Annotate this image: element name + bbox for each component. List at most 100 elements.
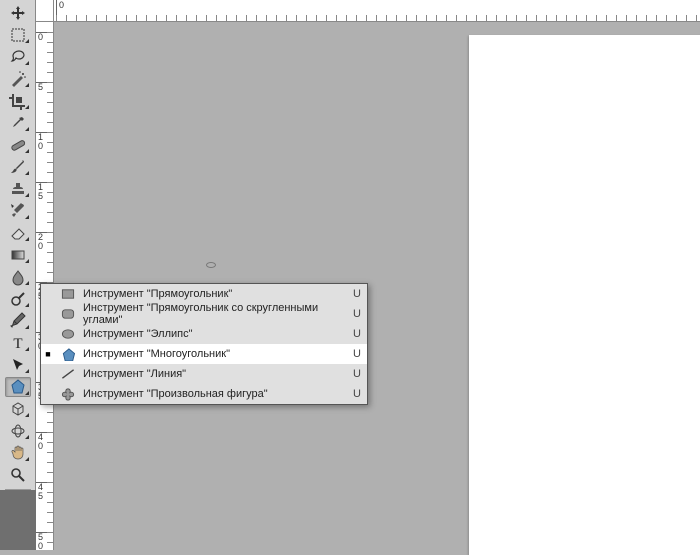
ruler-tick <box>47 252 53 253</box>
tools-panel <box>0 0 36 550</box>
ruler-tick <box>47 272 53 273</box>
ruler-horizontal[interactable]: 0 <box>36 0 700 22</box>
line-icon <box>59 366 77 382</box>
flyout-indicator <box>25 303 29 307</box>
gradient-tool[interactable] <box>5 245 31 265</box>
ruler-tick <box>136 15 137 21</box>
shape-tool[interactable] <box>5 377 31 397</box>
3d-tool[interactable] <box>5 399 31 419</box>
eyedropper-tool[interactable] <box>5 113 31 133</box>
ruler-tick <box>47 502 53 503</box>
ruler-tick <box>47 42 53 43</box>
3d-camera-tool[interactable] <box>5 421 31 441</box>
ruler-tick <box>646 15 647 21</box>
ruler-tick <box>676 15 677 21</box>
history-brush-tool[interactable] <box>5 201 31 221</box>
lasso-tool[interactable] <box>5 47 31 67</box>
flyout-indicator <box>25 237 29 241</box>
flyout-item[interactable]: Инструмент "Линия"U <box>41 364 367 384</box>
ruler-tick <box>286 15 287 21</box>
brush-tool[interactable] <box>5 157 31 177</box>
ruler-tick-label: 0 <box>36 32 54 42</box>
flyout-indicator <box>25 369 29 373</box>
ruler-tick <box>556 15 557 21</box>
ruler-tick <box>636 15 637 21</box>
hand-tool[interactable] <box>5 443 31 463</box>
ruler-tick <box>426 15 427 21</box>
ruler-tick <box>386 15 387 21</box>
ruler-tick <box>116 15 117 21</box>
path-select-tool[interactable] <box>5 355 31 375</box>
flyout-item-shortcut: U <box>347 348 361 360</box>
ruler-tick <box>176 15 177 21</box>
ruler-tick <box>146 15 147 21</box>
flyout-indicator <box>25 347 29 351</box>
ruler-tick <box>47 62 53 63</box>
ruler-tick <box>47 202 53 203</box>
ruler-tick <box>47 232 53 233</box>
ruler-tick <box>466 15 467 21</box>
rect-icon <box>59 286 77 302</box>
ruler-tick <box>166 15 167 21</box>
zoom-tool[interactable] <box>5 465 31 485</box>
ruler-tick <box>266 15 267 21</box>
ruler-tick <box>616 15 617 21</box>
roundrect-icon <box>59 306 77 322</box>
document-canvas[interactable] <box>469 35 700 555</box>
ruler-tick <box>56 15 57 21</box>
ruler-tick <box>47 262 53 263</box>
crop-tool[interactable] <box>5 91 31 111</box>
ruler-tick <box>47 462 53 463</box>
move-tool[interactable] <box>5 3 31 23</box>
ruler-tick <box>656 15 657 21</box>
shape-tool-flyout: Инструмент "Прямоугольник"UИнструмент "П… <box>40 283 368 405</box>
ruler-tick <box>406 15 407 21</box>
flyout-item[interactable]: Инструмент "Прямоугольник со скругленным… <box>41 304 367 324</box>
flyout-indicator <box>25 149 29 153</box>
flyout-item-label: Инструмент "Многоугольник" <box>83 348 341 360</box>
panel-dark-strip <box>0 490 36 550</box>
flyout-item-label: Инструмент "Линия" <box>83 368 341 380</box>
ruler-tick <box>47 162 53 163</box>
flyout-indicator <box>25 391 29 395</box>
ruler-tick <box>436 15 437 21</box>
ruler-tick <box>376 15 377 21</box>
ruler-tick <box>606 15 607 21</box>
ruler-tick <box>86 15 87 21</box>
ruler-tick <box>686 15 687 21</box>
marquee-tool[interactable] <box>5 25 31 45</box>
ruler-tick <box>536 15 537 21</box>
flyout-active-marker: ■ <box>43 349 53 359</box>
ruler-tick <box>47 52 53 53</box>
flyout-indicator <box>25 39 29 43</box>
ruler-tick-label: 0 <box>56 0 64 22</box>
ruler-tick <box>586 15 587 21</box>
flyout-indicator <box>25 281 29 285</box>
blur-tool[interactable] <box>5 267 31 287</box>
ruler-tick <box>356 15 357 21</box>
type-tool[interactable] <box>5 333 31 353</box>
ruler-corner <box>36 0 54 22</box>
flyout-item[interactable]: Инструмент "Произвольная фигура"U <box>41 384 367 404</box>
flyout-indicator <box>25 171 29 175</box>
flyout-item[interactable]: Инструмент "Прямоугольник"U <box>41 284 367 304</box>
magic-wand-tool[interactable] <box>5 69 31 89</box>
healing-brush-tool[interactable] <box>5 135 31 155</box>
stamp-tool[interactable] <box>5 179 31 199</box>
ruler-tick <box>276 15 277 21</box>
ruler-tick <box>396 15 397 21</box>
ruler-tick <box>106 15 107 21</box>
ruler-tick <box>666 15 667 21</box>
flyout-indicator <box>25 193 29 197</box>
ruler-tick <box>66 15 67 21</box>
ruler-tick <box>47 512 53 513</box>
pen-tool[interactable] <box>5 311 31 331</box>
dodge-tool[interactable] <box>5 289 31 309</box>
ellipse-icon <box>59 326 77 342</box>
ruler-tick <box>516 15 517 21</box>
ruler-tick <box>47 442 53 443</box>
eraser-tool[interactable] <box>5 223 31 243</box>
flyout-item[interactable]: Инструмент "Эллипс"U <box>41 324 367 344</box>
flyout-item[interactable]: ■ Инструмент "Многоугольник" U <box>41 344 367 364</box>
ruler-tick <box>47 422 53 423</box>
